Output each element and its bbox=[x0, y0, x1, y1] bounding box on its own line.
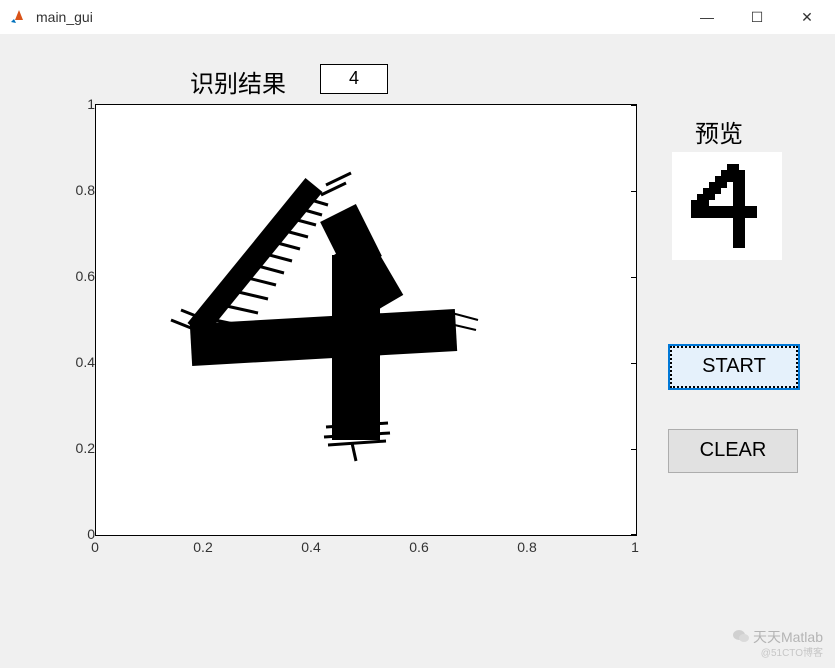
watermark: 天天Matlab @51CTO博客 bbox=[733, 628, 823, 660]
watermark-sub: @51CTO博客 bbox=[733, 647, 823, 660]
x-tick-label: 0.2 bbox=[193, 539, 212, 555]
y-tick-label: 1 bbox=[55, 96, 95, 112]
digit-drawing bbox=[96, 105, 636, 535]
x-tick-label: 0.8 bbox=[517, 539, 536, 555]
y-tick-label: 0.2 bbox=[55, 440, 95, 456]
start-button[interactable]: START bbox=[668, 344, 800, 390]
window-title: main_gui bbox=[36, 9, 697, 25]
close-button[interactable]: ✕ bbox=[797, 9, 817, 26]
x-tick-label: 0.4 bbox=[301, 539, 320, 555]
result-label: 识别结果 bbox=[190, 64, 286, 99]
preview-label: 预览 bbox=[695, 114, 743, 149]
window-controls: — ☐ ✕ bbox=[697, 9, 825, 26]
preview-image bbox=[672, 152, 782, 260]
title-bar: main_gui — ☐ ✕ bbox=[0, 0, 835, 35]
x-tick-label: 1 bbox=[631, 539, 639, 555]
x-tick-label: 0.6 bbox=[409, 539, 428, 555]
wechat-icon bbox=[733, 629, 749, 647]
minimize-button[interactable]: — bbox=[697, 9, 717, 26]
x-tick-label: 0 bbox=[91, 539, 99, 555]
maximize-button[interactable]: ☐ bbox=[747, 9, 767, 26]
y-tick-label: 0.4 bbox=[55, 354, 95, 370]
matlab-icon bbox=[10, 8, 28, 26]
client-area: 识别结果 4 0 0.2 0.4 0.6 0.8 1 bbox=[0, 34, 835, 668]
watermark-text: 天天Matlab bbox=[753, 629, 823, 645]
drawing-canvas[interactable] bbox=[95, 104, 637, 536]
y-tick-label: 0.6 bbox=[55, 268, 95, 284]
x-axis-ticks: 0 0.2 0.4 0.6 0.8 1 bbox=[95, 539, 635, 559]
y-tick-label: 0 bbox=[55, 526, 95, 542]
y-axis-ticks: 0 0.2 0.4 0.6 0.8 1 bbox=[55, 104, 95, 534]
clear-button[interactable]: CLEAR bbox=[668, 429, 798, 473]
result-value-box: 4 bbox=[320, 64, 388, 94]
preview-digit-4 bbox=[691, 164, 763, 248]
y-tick-label: 0.8 bbox=[55, 182, 95, 198]
